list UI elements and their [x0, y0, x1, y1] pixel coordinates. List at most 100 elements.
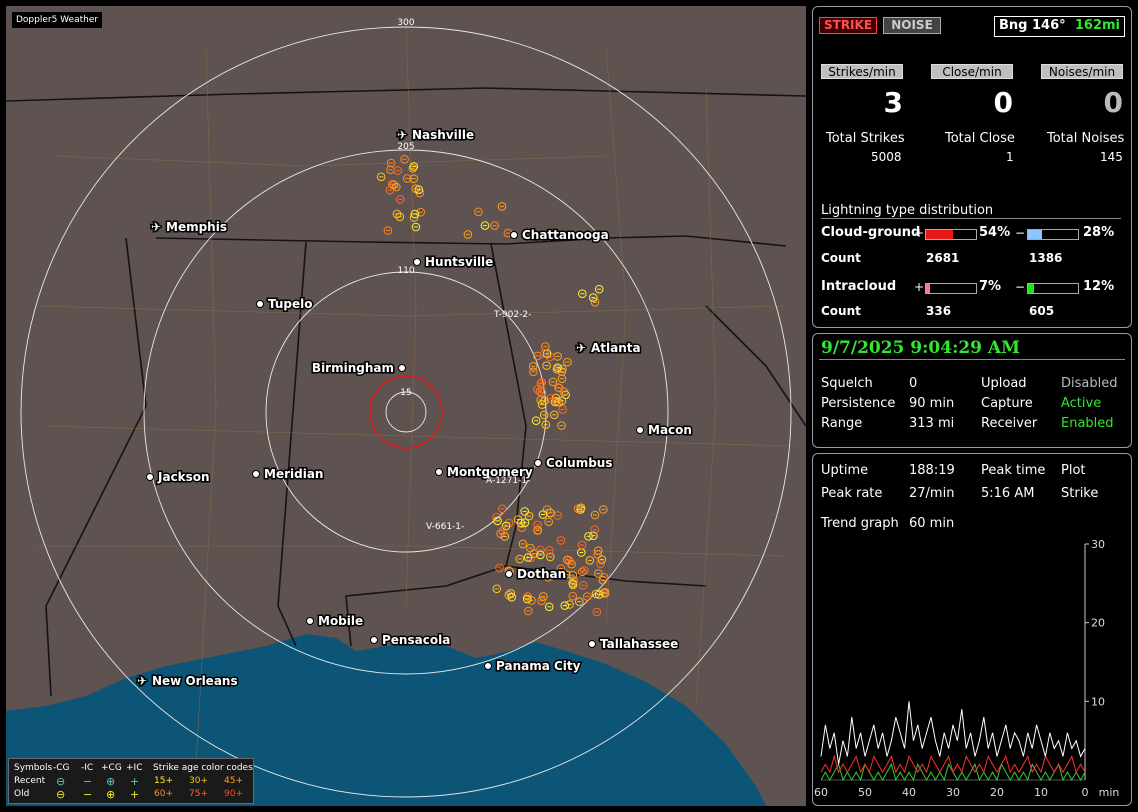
x-tick-label: 30 [946, 786, 960, 799]
strike-stats-panel: STRIKE NOISE Bng 146° 162mi Strikes/min … [812, 6, 1132, 328]
city-label: New Orleans [152, 674, 238, 688]
city-dot-icon [484, 662, 492, 670]
total-noises-label: Total Noises [1047, 131, 1125, 146]
track-label: V-661-1- [426, 522, 464, 532]
receiver-value[interactable]: Enabled [1061, 416, 1114, 431]
trend-series-line [820, 701, 1086, 765]
datetime-divider [819, 359, 1125, 360]
cg-positive-bar [925, 229, 977, 240]
city-dot-icon [306, 617, 314, 625]
trend-graph-value[interactable]: 60 min [909, 516, 954, 531]
cg-negative-percent: 28% [1083, 225, 1115, 240]
city-label: Columbus [546, 456, 613, 470]
age-15: 15+ [154, 776, 173, 786]
x-tick-label: 20 [990, 786, 1004, 799]
cg-count-label: Count [821, 251, 861, 265]
airport-icon: ✈ [576, 341, 586, 355]
legend-pos-cg: +CG [101, 763, 122, 773]
total-close-label: Total Close [945, 131, 1015, 146]
uptime-value: 188:19 [909, 463, 955, 478]
cg-positive-percent: 54% [979, 225, 1011, 240]
total-strikes-label: Total Strikes [826, 131, 905, 146]
city-label: Meridian [264, 467, 323, 481]
upload-value[interactable]: Disabled [1061, 376, 1117, 391]
airport-icon: ✈ [397, 128, 407, 142]
city-label: Mobile [318, 614, 363, 628]
uptime-label: Uptime [821, 463, 869, 478]
x-tick-label: 60 [814, 786, 828, 799]
recent-pos-ic-symbol: + [130, 775, 140, 788]
airport-icon: ✈ [137, 674, 147, 688]
city-dot-icon [435, 468, 443, 476]
squelch-value[interactable]: 0 [909, 376, 917, 391]
persistence-value[interactable]: 90 min [909, 396, 954, 411]
city-label: Tallahassee [600, 637, 678, 651]
recent-pos-cg-symbol: ⊕ [106, 775, 116, 788]
track-label: A-1271-1- [486, 476, 530, 486]
ic-negative-percent: 12% [1083, 279, 1115, 294]
city-dot-icon [252, 470, 260, 478]
trend-chart: 30 20 10 60 50 40 30 20 10 0 min [814, 538, 1119, 799]
city-dot-icon [510, 231, 518, 239]
cg-negative-bar [1027, 229, 1079, 240]
legend-old-label: Old [14, 789, 30, 799]
lightning-map[interactable]: 300 205 110 15 ✈ Nashville ✈ Memphis Chattanoog… [6, 6, 806, 806]
trend-tick-group: 30 20 10 60 50 40 30 20 10 0 min [814, 538, 1119, 799]
total-strikes-value: 5008 [871, 150, 902, 164]
age-60: 60+ [154, 789, 173, 799]
ic-negative-count: 605 [1029, 304, 1055, 318]
plot-value[interactable]: Strike [1061, 486, 1098, 501]
receiver-label: Receiver [981, 416, 1038, 431]
city-label: Panama City [496, 659, 581, 673]
close-per-min-label: Close/min [931, 64, 1013, 79]
total-close-value: 1 [1006, 150, 1014, 164]
upload-label: Upload [981, 376, 1027, 391]
capture-value[interactable]: Active [1061, 396, 1101, 411]
noise-mode-button[interactable]: NOISE [883, 17, 941, 34]
city-label: Tupelo [268, 297, 313, 311]
strike-mode-button[interactable]: STRIKE [819, 17, 877, 34]
trend-series-line [820, 754, 1086, 774]
age-75: 75+ [189, 789, 208, 799]
cloud-ground-label: Cloud-ground [821, 225, 921, 240]
ic-positive-bar [925, 283, 977, 294]
legend-symbols: Symbols [14, 763, 53, 773]
city-label: Huntsville [425, 255, 493, 269]
city-dot-icon [398, 364, 406, 372]
trend-line-group [820, 701, 1086, 782]
ic-plus-sign: + [914, 280, 925, 294]
map-canvas[interactable]: 300 205 110 15 ✈ Nashville ✈ Memphis Chattanoog… [6, 6, 806, 806]
old-pos-cg-symbol: ⊕ [106, 788, 116, 801]
x-tick-label: 40 [902, 786, 916, 799]
range-value[interactable]: 313 mi [909, 416, 954, 431]
city-dot-icon [370, 636, 378, 644]
city-dot-icon [413, 258, 421, 266]
distribution-title: Lightning type distribution [821, 203, 1121, 219]
intracloud-label: Intracloud [821, 279, 897, 294]
peak-time-label: Peak time [981, 463, 1046, 478]
cg-negative-count: 1386 [1029, 251, 1063, 265]
bearing-readout: Bng 146° 162mi [994, 16, 1125, 37]
symbol-legend: Symbols -CG -IC +CG +IC Strike age color… [8, 758, 254, 804]
current-datetime: 9/7/2025 9:04:29 AM [821, 338, 1020, 358]
track-label: T-902-2- [493, 310, 531, 320]
city-label: Macon [648, 423, 692, 437]
app-title: Doppler5 Weather [12, 12, 103, 28]
city-label: Jackson [157, 470, 210, 484]
ic-positive-percent: 7% [979, 279, 1002, 294]
range-ring-label: 110 [397, 266, 414, 276]
legend-pos-ic: +IC [126, 763, 143, 773]
close-per-min-value: 0 [993, 86, 1013, 119]
ic-count-label: Count [821, 304, 861, 318]
city-label: Memphis [166, 220, 227, 234]
city-label: Dothan [517, 567, 566, 581]
city-dot-icon [505, 570, 513, 578]
trend-panel: Uptime 188:19 Peak time Plot Peak rate 2… [812, 453, 1132, 806]
ic-positive-count: 336 [926, 304, 952, 318]
squelch-label: Squelch [821, 376, 873, 391]
settings-panel: 9/7/2025 9:04:29 AM Squelch 0 Upload Dis… [812, 333, 1132, 448]
plot-label: Plot [1061, 463, 1086, 478]
cg-plus-sign: + [914, 226, 925, 240]
range-ring-label: 15 [400, 388, 411, 398]
x-tick-label: 10 [1034, 786, 1048, 799]
